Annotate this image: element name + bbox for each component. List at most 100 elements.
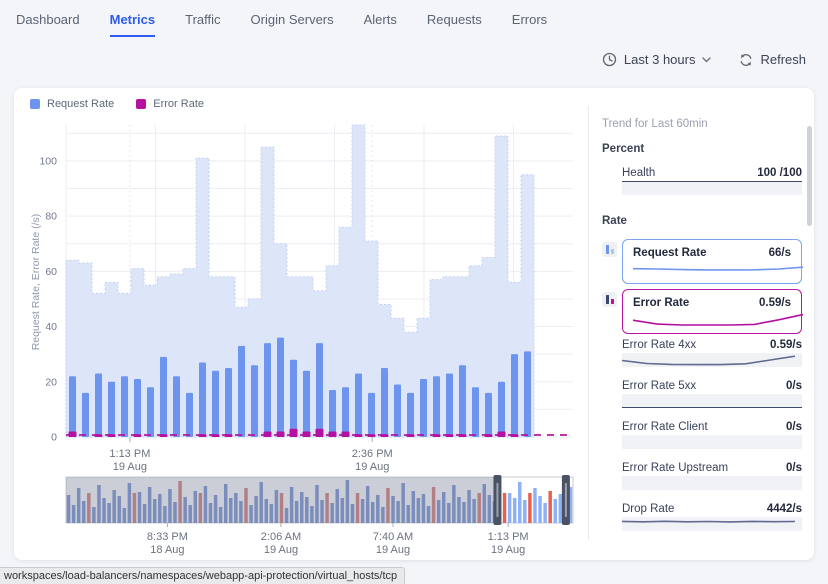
- legend-item-request-rate[interactable]: Request Rate: [30, 98, 114, 110]
- request-rate-bar[interactable]: [173, 376, 180, 437]
- request-rate-bar[interactable]: [199, 362, 206, 437]
- request-rate-bar[interactable]: [485, 392, 492, 437]
- request-rate-bar[interactable]: [212, 370, 219, 437]
- tab-dashboard[interactable]: Dashboard: [16, 12, 80, 37]
- request-rate-bar[interactable]: [160, 356, 167, 437]
- brush-request-bar: [543, 503, 547, 523]
- request-rate-bar[interactable]: [511, 354, 518, 437]
- sidebar-title: Trend for Last 60min: [602, 118, 708, 130]
- request-rate-bar[interactable]: [433, 376, 440, 437]
- sidebar-scrollbar[interactable]: [807, 126, 812, 226]
- tab-metrics[interactable]: Metrics: [109, 12, 156, 37]
- request-rate-bar[interactable]: [251, 365, 258, 437]
- brush-tick-time: 2:06 AM: [261, 531, 301, 543]
- request-rate-bar[interactable]: [69, 376, 76, 437]
- brush-tick-date: 19 Aug: [376, 544, 410, 556]
- bar-chart-icon[interactable]: [602, 242, 617, 257]
- request-rate-bar[interactable]: [290, 359, 297, 437]
- request-rate-bar[interactable]: [472, 387, 479, 437]
- y-tick-label: 80: [45, 211, 57, 223]
- brush-tick-time: 8:33 PM: [147, 531, 188, 543]
- metric-header: Health 100 /100: [622, 167, 802, 179]
- refresh-icon: [739, 53, 753, 67]
- legend-swatch: [136, 99, 147, 109]
- request-rate-bar[interactable]: [134, 379, 141, 437]
- request-rate-bar[interactable]: [108, 381, 115, 437]
- brush-error-bar: [528, 493, 532, 523]
- request-rate-bar[interactable]: [95, 373, 102, 437]
- request-rate-bar[interactable]: [121, 376, 128, 437]
- tab-traffic[interactable]: Traffic: [185, 12, 220, 37]
- metric-value: 4442/s: [766, 503, 802, 515]
- request-rate-bar[interactable]: [420, 379, 427, 437]
- metric-row-error-rate-5xx: Error Rate 5xx 0/s: [622, 380, 802, 408]
- x-tick-time: 1:13 PM: [109, 448, 150, 460]
- metric-card-error-rate[interactable]: Error Rate 0.59/s: [602, 289, 803, 334]
- brush-tick-time: 7:40 AM: [373, 531, 413, 543]
- request-rate-bar[interactable]: [524, 351, 531, 437]
- request-rate-bar[interactable]: [329, 390, 336, 437]
- request-rate-bar[interactable]: [238, 345, 245, 437]
- request-rate-bar[interactable]: [355, 373, 362, 437]
- trend-strip: [622, 476, 802, 490]
- top-nav: Dashboard Metrics Traffic Origin Servers Ale…: [16, 12, 547, 37]
- request-rate-bar[interactable]: [407, 392, 414, 437]
- legend-item-error-rate[interactable]: Error Rate: [136, 98, 204, 110]
- request-rate-bar[interactable]: [342, 387, 349, 437]
- brush-error-bar: [548, 491, 552, 523]
- brush-tick-date: 19 Aug: [491, 544, 525, 556]
- brush-tick-time: 1:13 PM: [488, 531, 529, 543]
- request-rate-bar[interactable]: [225, 367, 232, 437]
- tab-origin-servers[interactable]: Origin Servers: [251, 12, 334, 37]
- refresh-button[interactable]: Refresh: [739, 52, 806, 67]
- request-rate-bar[interactable]: [459, 365, 466, 437]
- request-rate-bar[interactable]: [368, 392, 375, 437]
- request-rate-bar[interactable]: [147, 387, 154, 437]
- tab-requests[interactable]: Requests: [427, 12, 482, 37]
- legend-swatch: [30, 99, 40, 109]
- metric-label: Error Rate Client: [622, 421, 708, 433]
- request-error-rate-chart[interactable]: 0204060801001:13 PM19 Aug2:36 PM19 Aug8:…: [14, 112, 580, 558]
- metric-value: 66/s: [768, 247, 791, 259]
- metric-label: Error Rate: [633, 297, 690, 309]
- request-rate-bar[interactable]: [498, 381, 505, 437]
- time-range-selector[interactable]: Last 3 hours: [602, 52, 712, 67]
- metric-value: 100 /100: [757, 167, 802, 179]
- request-rate-bar[interactable]: [446, 373, 453, 437]
- metric-row-drop-rate: Drop Rate 4442/s: [622, 503, 802, 531]
- chart-legend: Request Rate Error Rate: [30, 98, 204, 110]
- trend-sparkline: [633, 313, 803, 326]
- request-rate-bar[interactable]: [303, 370, 310, 437]
- brush-request-bar: [538, 496, 542, 523]
- chevron-down-icon: [702, 56, 712, 63]
- metric-header: Request Rate 66/s: [633, 247, 791, 259]
- tab-alerts[interactable]: Alerts: [364, 12, 397, 37]
- metric-card-request-rate[interactable]: Request Rate 66/s: [602, 239, 803, 284]
- metric-label: Error Rate 4xx: [622, 339, 697, 351]
- brush-request-bar: [512, 498, 517, 523]
- bar-chart-icon[interactable]: [602, 292, 617, 307]
- trend-sparkline: [622, 355, 795, 366]
- trend-strip: [622, 517, 802, 531]
- legend-label: Request Rate: [47, 98, 115, 110]
- request-rate-bar[interactable]: [381, 367, 388, 437]
- metric-value: 0.59/s: [770, 339, 802, 351]
- refresh-label: Refresh: [760, 52, 806, 67]
- tab-errors[interactable]: Errors: [512, 12, 547, 37]
- trend-strip: [622, 181, 802, 195]
- panel-divider: [588, 106, 589, 540]
- request-rate-bar[interactable]: [394, 384, 401, 437]
- request-rate-bar[interactable]: [82, 392, 89, 437]
- metric-value: 0/s: [786, 421, 802, 433]
- x-tick-date: 19 Aug: [113, 461, 147, 473]
- metric-row-health: Health 100 /100: [622, 167, 802, 195]
- request-rate-bar[interactable]: [316, 343, 323, 437]
- brush-overlay-unselected[interactable]: [66, 477, 497, 523]
- request-rate-bar[interactable]: [186, 392, 193, 437]
- time-range-label: Last 3 hours: [623, 52, 696, 67]
- request-rate-bar[interactable]: [264, 343, 271, 437]
- link-preview-statusbar: workspaces/load-balancers/namespaces/web…: [0, 567, 406, 584]
- metric-row-error-rate-4xx: Error Rate 4xx 0.59/s: [622, 339, 802, 367]
- request-rate-bar[interactable]: [277, 337, 284, 437]
